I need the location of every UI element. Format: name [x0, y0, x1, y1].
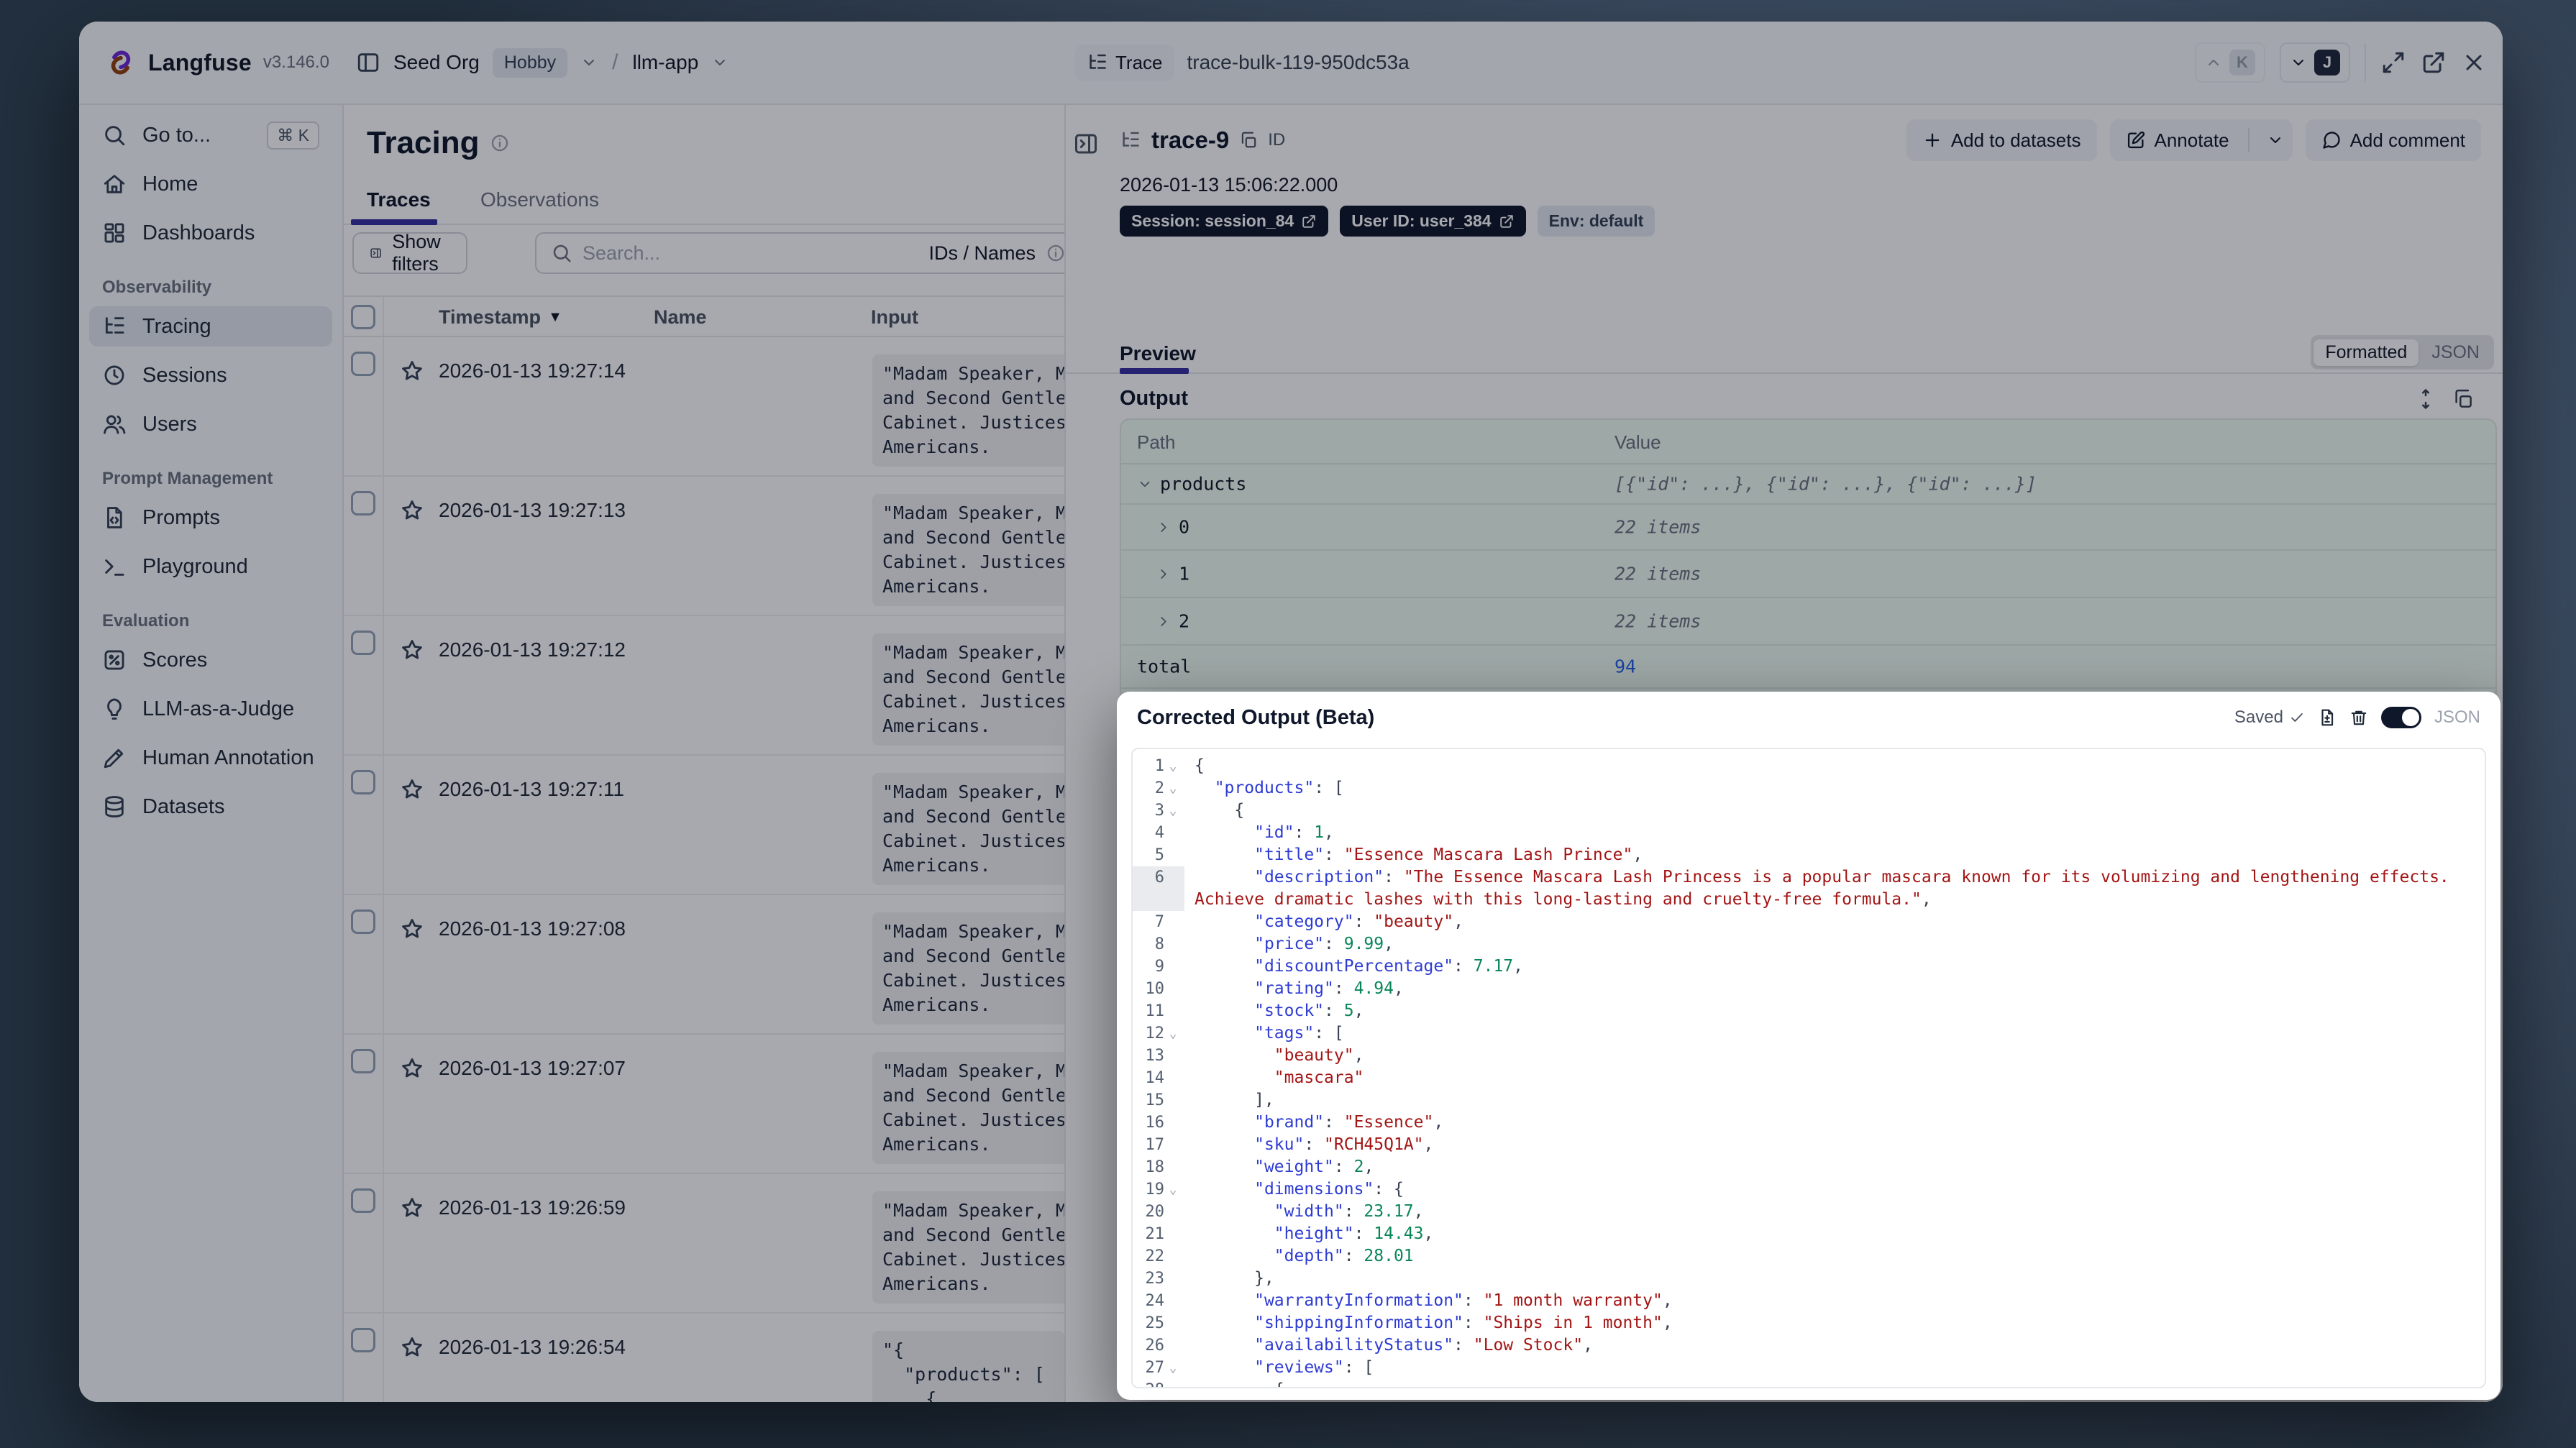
code-line: 7 "category": "beauty", [1133, 911, 2485, 933]
corrected-output-dialog: Corrected Output (Beta) Saved JSON 1 ⌄ {… [1117, 692, 2500, 1400]
line-number: 11 [1145, 1002, 1165, 1020]
code-line: 20 "width": 23.17, [1133, 1201, 2485, 1223]
fold-chevron-icon[interactable]: ⌄ [1164, 1357, 1182, 1379]
line-number: 6 [1154, 869, 1164, 886]
line-number: 1 [1154, 757, 1164, 775]
line-number: 21 [1145, 1225, 1165, 1243]
code-line: 12 ⌄ "tags": [ [1133, 1022, 2485, 1045]
code-line: 28 ⌄ { [1133, 1379, 2485, 1387]
line-number: 28 [1133, 1379, 1165, 1387]
app-window: Langfuse v3.146.0 Seed Org Hobby / llm-a… [79, 22, 2503, 1402]
line-number: 18 [1145, 1158, 1165, 1176]
code-line: 13 "beauty", [1133, 1045, 2485, 1067]
code-line: 4 "id": 1, [1133, 822, 2485, 844]
line-number: 8 [1154, 935, 1164, 953]
code-line: 26 "availabilityStatus": "Low Stock", [1133, 1334, 2485, 1357]
line-number: 25 [1145, 1314, 1165, 1332]
line-number: 19 [1145, 1181, 1165, 1199]
code-line: 25 "shippingInformation": "Ships in 1 mo… [1133, 1312, 2485, 1334]
code-line: 1 ⌄ { [1133, 755, 2485, 777]
code-line: 17 "sku": "RCH45Q1A", [1133, 1134, 2485, 1156]
code-line: 27 ⌄ "reviews": [ [1133, 1357, 2485, 1379]
line-number: 20 [1145, 1203, 1165, 1221]
line-number: 22 [1145, 1247, 1165, 1265]
code-line: 8 "price": 9.99, [1133, 933, 2485, 956]
line-number: 3 [1154, 802, 1164, 820]
json-code-editor[interactable]: 1 ⌄ { 2 ⌄ "products": [ 3 ⌄ { 4 "id": 1,… [1131, 748, 2486, 1388]
saved-label: Saved [2234, 707, 2283, 727]
fold-chevron-icon[interactable]: ⌄ [1164, 799, 1182, 822]
line-number: 26 [1145, 1337, 1165, 1355]
fold-chevron-icon[interactable]: ⌄ [1164, 777, 1182, 799]
code-line: 24 "warrantyInformation": "1 month warra… [1133, 1290, 2485, 1312]
toggle-thumb [2401, 709, 2419, 726]
line-number: 27 [1145, 1359, 1165, 1377]
line-number: 7 [1154, 913, 1164, 931]
line-number: 17 [1145, 1136, 1165, 1154]
fold-chevron-icon[interactable]: ⌄ [1164, 1178, 1182, 1201]
line-number: 14 [1145, 1069, 1165, 1087]
dialog-title: Corrected Output (Beta) [1137, 705, 1375, 729]
saved-status: Saved [2234, 707, 2305, 728]
line-number: 13 [1145, 1047, 1165, 1065]
line-number: 5 [1154, 846, 1164, 864]
line-number: 2 [1154, 779, 1164, 797]
code-line: Achieve dramatic lashes with this long-l… [1133, 889, 2485, 911]
line-number: 10 [1145, 980, 1165, 998]
code-line: 14 "mascara" [1133, 1067, 2485, 1089]
line-number: 24 [1145, 1292, 1165, 1310]
line-number: 23 [1145, 1270, 1165, 1288]
code-line: 19 ⌄ "dimensions": { [1133, 1178, 2485, 1201]
json-toggle[interactable] [2380, 707, 2421, 728]
code-line: 11 "stock": 5, [1133, 1000, 2485, 1022]
code-line: 5 "title": "Essence Mascara Lash Prince"… [1133, 844, 2485, 866]
code-lines: 1 ⌄ { 2 ⌄ "products": [ 3 ⌄ { 4 "id": 1,… [1133, 755, 2485, 1387]
json-toggle-label: JSON [2434, 707, 2480, 727]
line-number: 16 [1145, 1114, 1165, 1132]
fold-chevron-icon[interactable]: ⌄ [1164, 1022, 1182, 1045]
code-line: 3 ⌄ { [1133, 799, 2485, 822]
trash-icon[interactable] [2349, 708, 2368, 727]
code-line: 18 "weight": 2, [1133, 1156, 2485, 1178]
code-line: 6 "description": "The Essence Mascara La… [1133, 866, 2485, 889]
line-number: 12 [1145, 1025, 1165, 1043]
line-number: 9 [1154, 958, 1164, 976]
line-number: 4 [1154, 824, 1164, 842]
code-line: 22 "depth": 28.01 [1133, 1245, 2485, 1268]
file-diff-icon[interactable] [2318, 708, 2337, 727]
fold-chevron-icon[interactable]: ⌄ [1164, 755, 1182, 777]
code-line: 23 }, [1133, 1268, 2485, 1290]
check-icon [2289, 710, 2305, 725]
line-number: 15 [1145, 1091, 1165, 1109]
fold-chevron-icon[interactable]: ⌄ [1164, 1379, 1182, 1387]
code-line: 16 "brand": "Essence", [1133, 1112, 2485, 1134]
code-line: 21 "height": 14.43, [1133, 1223, 2485, 1245]
code-line: 10 "rating": 4.94, [1133, 978, 2485, 1000]
code-line: 2 ⌄ "products": [ [1133, 777, 2485, 799]
code-line: 9 "discountPercentage": 7.17, [1133, 956, 2485, 978]
code-line: 15 ], [1133, 1089, 2485, 1112]
